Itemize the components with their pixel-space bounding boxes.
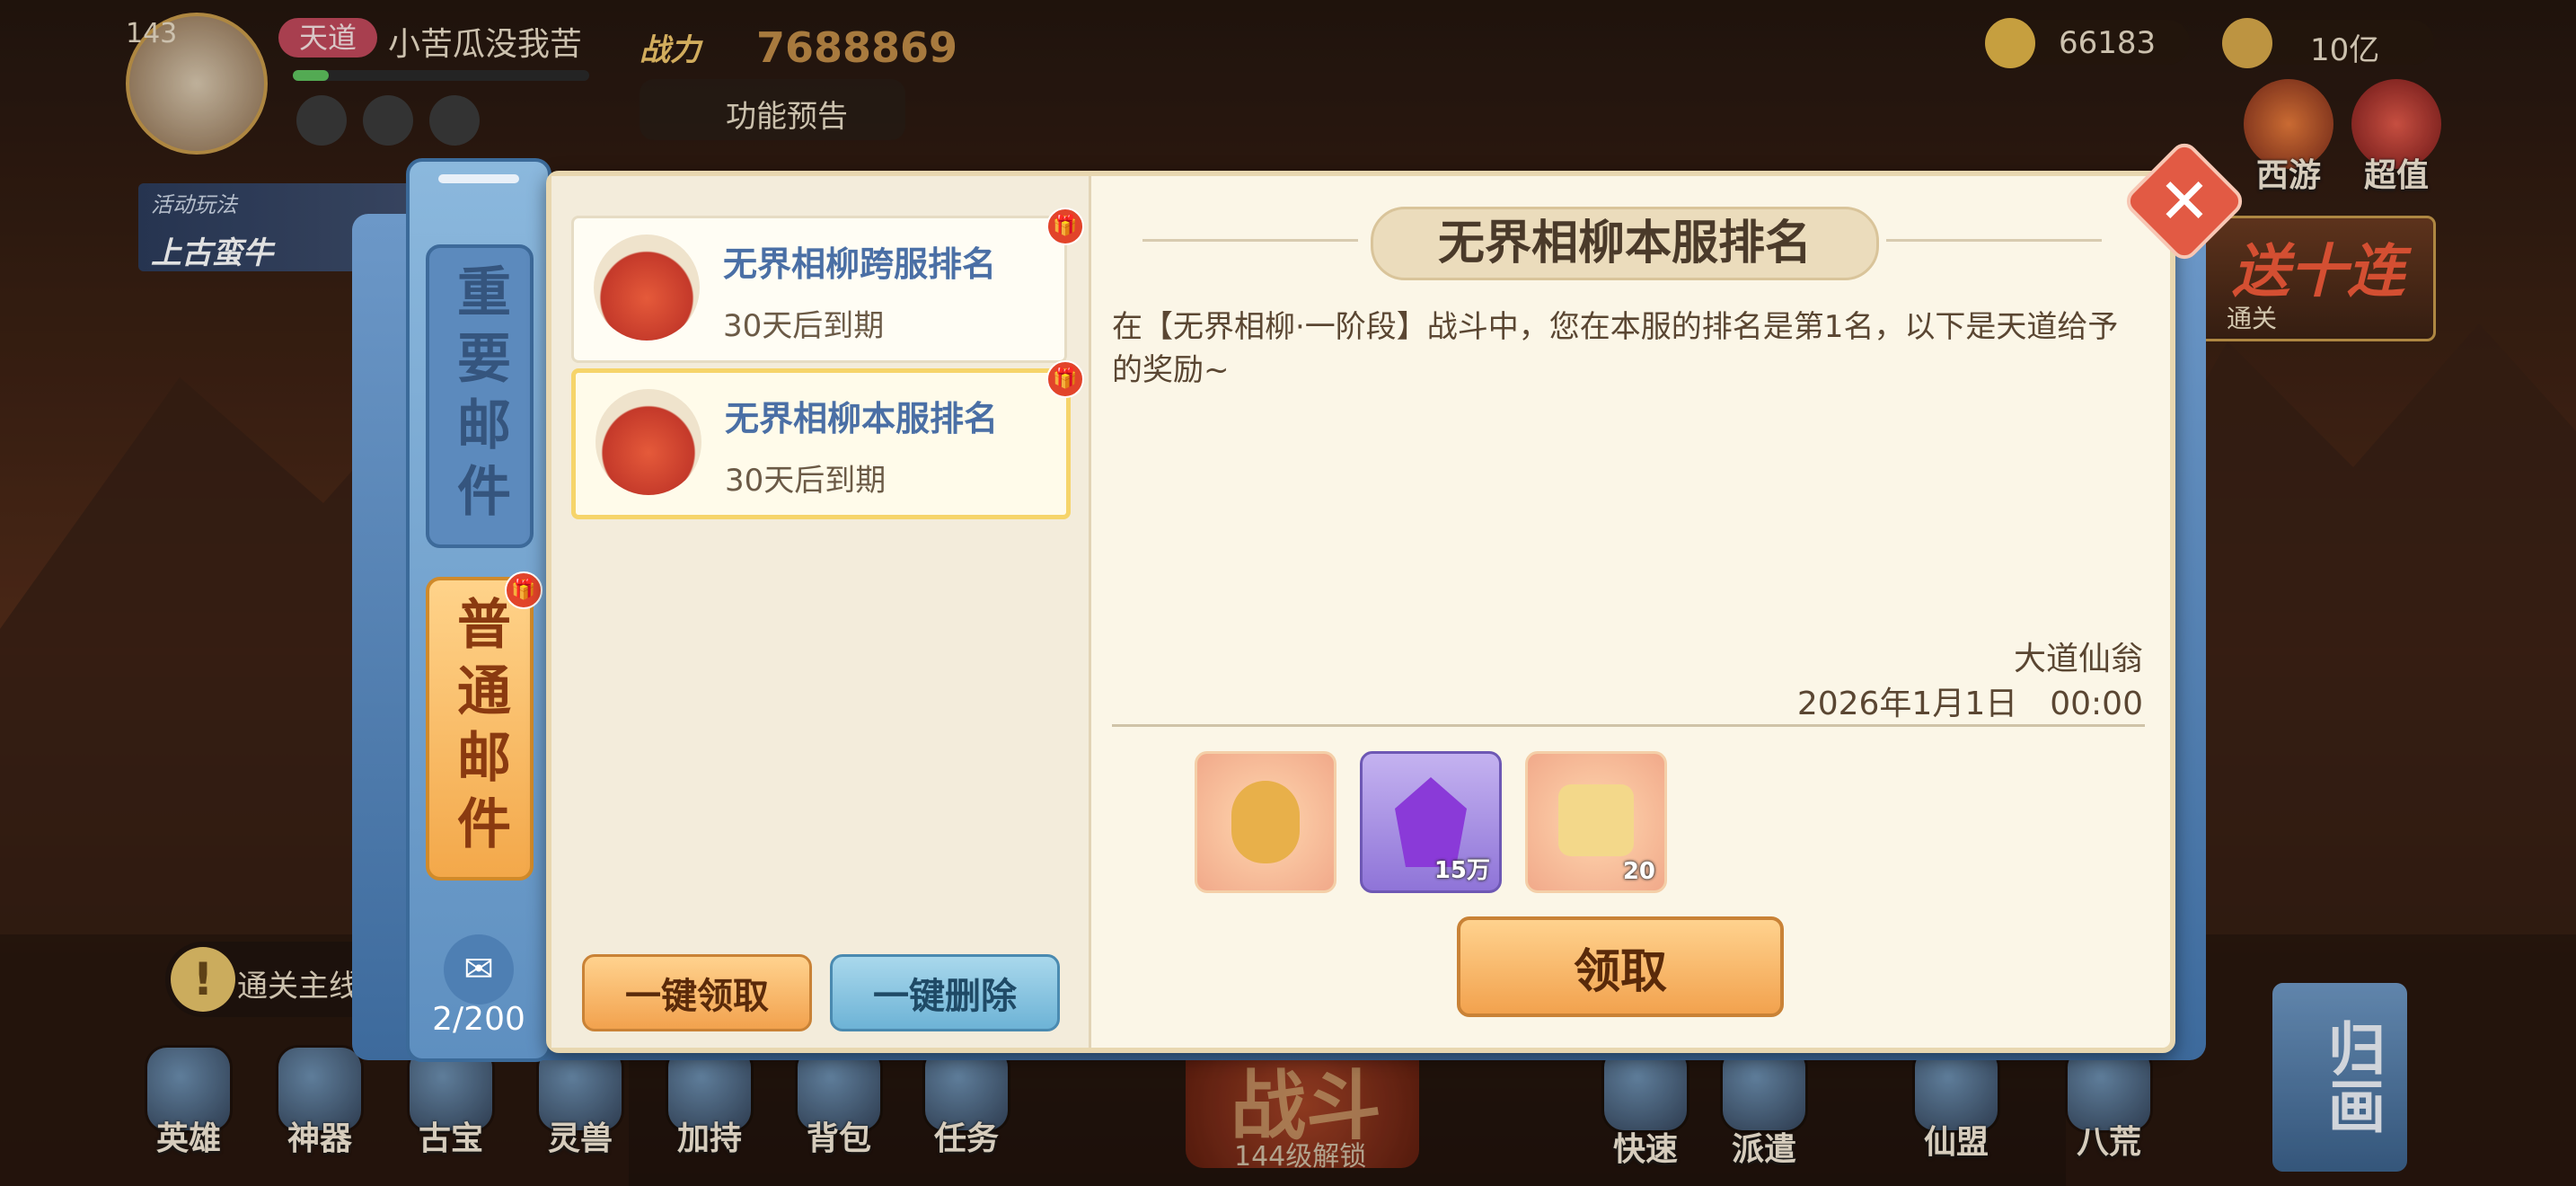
reward-item[interactable]: 20 <box>1525 751 1667 893</box>
mail-list-item-selected[interactable]: 无界相柳本服排名 30天后到期 🎁 <box>571 360 1084 519</box>
mail-detail: 无界相柳本服排名 在【无界相柳·一阶段】战斗中，您在本服的排名是第1名，以下是天… <box>1089 176 2170 1048</box>
close-icon: ✕ <box>2157 164 2211 238</box>
reward-item[interactable]: 15万 <box>1360 751 1502 893</box>
mail-list-item[interactable]: 无界相柳跨服排名 30天后到期 🎁 <box>571 208 1084 363</box>
detail-title: 无界相柳本服排名 <box>1437 216 1812 270</box>
mail-item-title: 无界相柳跨服排名 <box>723 244 997 284</box>
mail-list-column: 无界相柳跨服排名 30天后到期 🎁 无界相柳本服排名 30天后到期 🎁 一键领取… <box>551 176 1091 1048</box>
reward-count: 15万 <box>1434 857 1490 884</box>
mail-category-sidebar: 重要邮件 普通邮件 🎁 ✉ 2/200 <box>406 158 551 1062</box>
mail-item-gift-badge: 🎁 <box>1046 360 1084 398</box>
delete-all-button[interactable]: 一键删除 <box>830 954 1060 1031</box>
title-ornament-left <box>1142 239 1358 242</box>
claim-all-button[interactable]: 一键领取 <box>582 954 812 1031</box>
sidebar-top-bar <box>438 174 519 183</box>
mail-item-expiry: 30天后到期 <box>725 463 887 499</box>
reward-bag-icon <box>594 235 700 341</box>
mail-item-gift-badge: 🎁 <box>1046 208 1084 245</box>
claim-label: 领取 <box>1573 944 1667 999</box>
mail-count: 2/200 <box>432 1001 525 1038</box>
reward-item[interactable] <box>1195 751 1337 893</box>
mail-item-title: 无界相柳本服排名 <box>725 399 999 438</box>
claim-button[interactable]: 领取 <box>1457 916 1784 1017</box>
detail-date: 2026年1月1日 00:00 <box>1796 686 2143 722</box>
detail-title-plaque: 无界相柳本服排名 <box>1371 207 1879 280</box>
tab-important-label: 重要邮件 <box>447 263 511 529</box>
mail-panel: 无界相柳跨服排名 30天后到期 🎁 无界相柳本服排名 30天后到期 🎁 一键领取… <box>546 171 2175 1053</box>
mail-count-envelope-icon: ✉ <box>444 934 514 1005</box>
claim-all-label: 一键领取 <box>625 976 769 1017</box>
delete-all-label: 一键删除 <box>873 976 1017 1017</box>
gourd-item-icon <box>1231 781 1300 863</box>
detail-body: 在【无界相柳·一阶段】战斗中，您在本服的排名是第1名，以下是天道给予的奖励~ <box>1112 309 2119 388</box>
tab-important-mail[interactable]: 重要邮件 <box>426 244 534 548</box>
reward-count: 20 <box>1622 858 1655 885</box>
tab-normal-label: 普通邮件 <box>447 596 511 862</box>
scroll-item-icon <box>1558 784 1634 856</box>
title-ornament-right <box>1886 239 2102 242</box>
detail-sender: 大道仙翁 <box>2013 641 2143 677</box>
tab-normal-gift-badge: 🎁 <box>505 571 543 609</box>
tab-normal-mail[interactable]: 普通邮件 <box>426 577 534 881</box>
detail-divider <box>1112 724 2145 727</box>
mail-item-expiry: 30天后到期 <box>723 308 885 344</box>
reward-bag-icon <box>595 389 701 495</box>
